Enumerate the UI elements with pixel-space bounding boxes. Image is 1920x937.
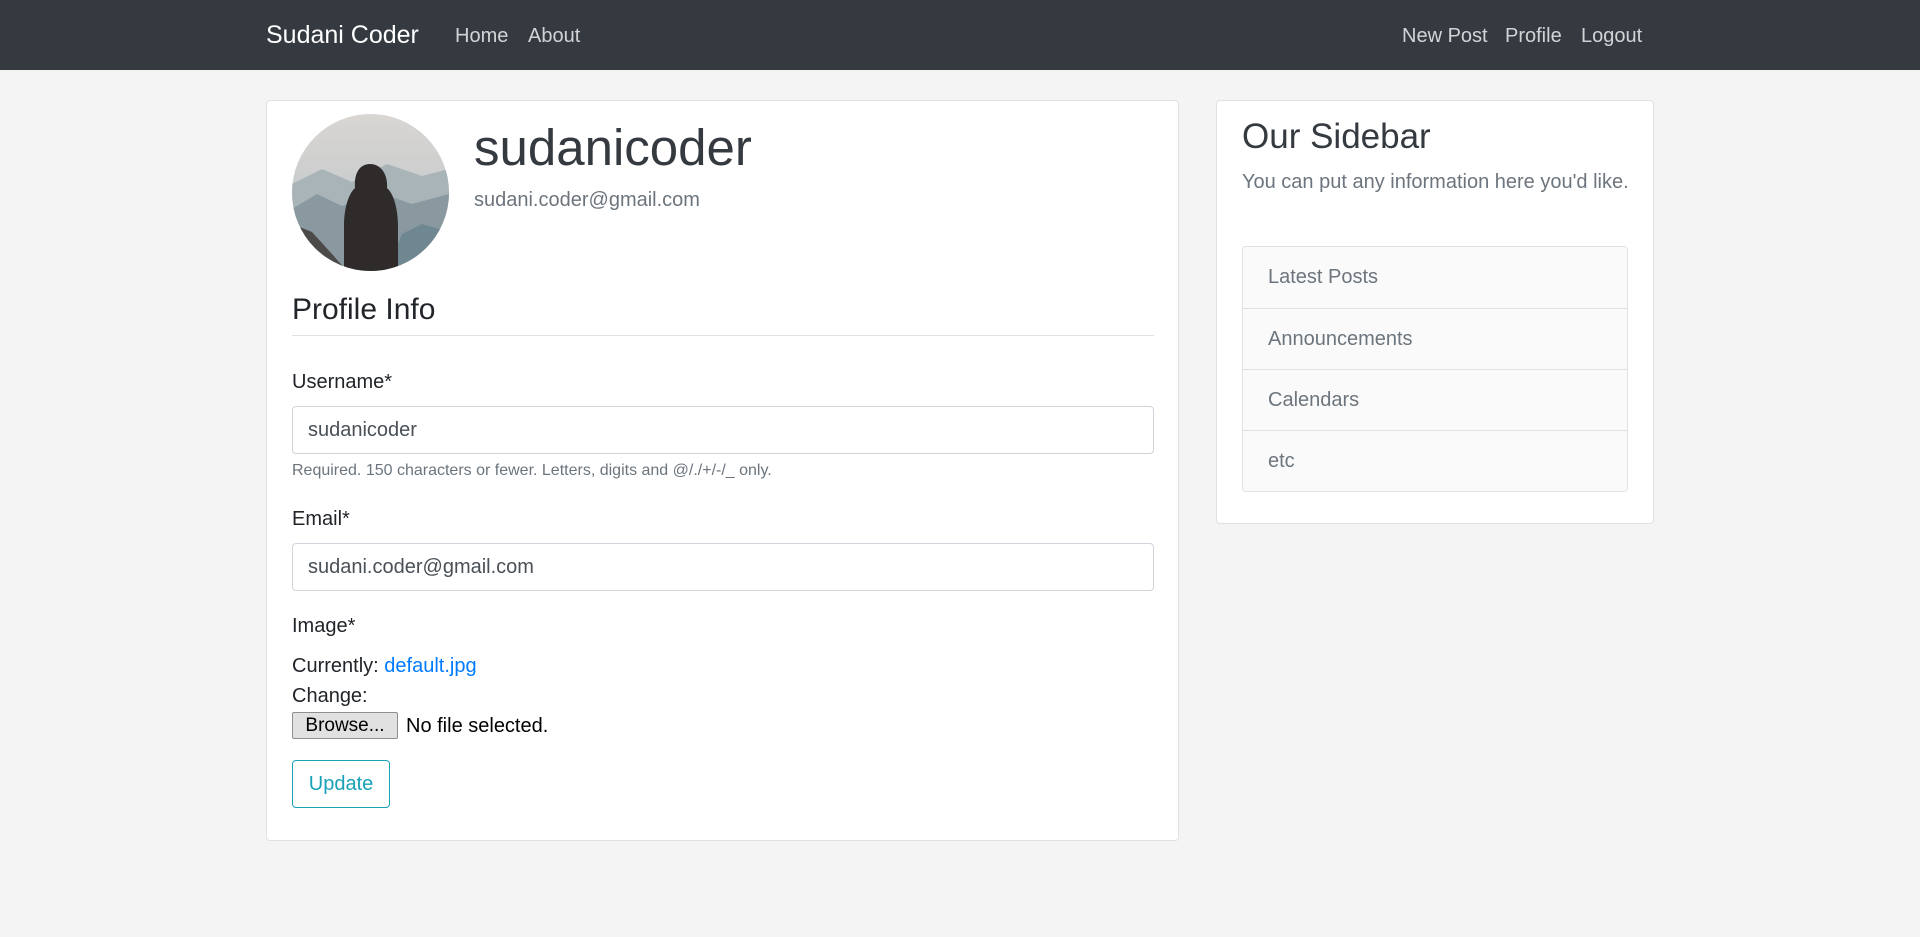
sidebar-item-calendars[interactable]: Calendars [1243, 369, 1627, 430]
nav-link-about[interactable]: About [528, 25, 580, 48]
currently-label: Currently: [292, 655, 379, 677]
sidebar-title: Our Sidebar [1242, 117, 1431, 156]
change-label: Change: [292, 685, 368, 707]
image-label: Image* [292, 615, 356, 637]
profile-info-heading: Profile Info [292, 293, 436, 326]
browse-button[interactable]: Browse... [292, 712, 398, 739]
username-help-text: Required. 150 characters or fewer. Lette… [292, 462, 772, 479]
nav-link-logout[interactable]: Logout [1581, 25, 1642, 48]
sidebar-description: You can put any information here you'd l… [1242, 171, 1629, 193]
update-button[interactable]: Update [292, 760, 390, 808]
nav-link-home[interactable]: Home [455, 25, 508, 48]
email-input[interactable] [292, 543, 1154, 591]
account-email: sudani.coder@gmail.com [474, 189, 700, 211]
section-divider [292, 335, 1154, 336]
sidebar-item-announcements[interactable]: Announcements [1243, 308, 1627, 369]
nav-link-profile[interactable]: Profile [1505, 25, 1562, 48]
sidebar-item-etc[interactable]: etc [1243, 430, 1627, 491]
navbar-brand[interactable]: Sudani Coder [266, 21, 419, 50]
username-label: Username* [292, 371, 393, 393]
current-image-link[interactable]: default.jpg [384, 655, 476, 677]
top-navbar: Sudani Coder Home About New Post Profile… [0, 0, 1920, 70]
sidebar-list: Latest Posts Announcements Calendars etc [1242, 246, 1628, 492]
avatar [292, 114, 449, 271]
file-status-text: No file selected. [406, 715, 549, 737]
account-username: sudanicoder [474, 119, 752, 176]
current-image-row: Currently: default.jpg [292, 655, 477, 678]
sidebar-item-latest-posts[interactable]: Latest Posts [1243, 247, 1627, 308]
hooded-figure-avatar-icon [292, 114, 449, 271]
email-label: Email* [292, 508, 350, 530]
sidebar-card: Our Sidebar You can put any information … [1216, 100, 1654, 524]
username-input[interactable] [292, 406, 1154, 454]
profile-card: sudanicoder sudani.coder@gmail.com Profi… [266, 100, 1179, 841]
nav-link-new-post[interactable]: New Post [1402, 25, 1488, 48]
